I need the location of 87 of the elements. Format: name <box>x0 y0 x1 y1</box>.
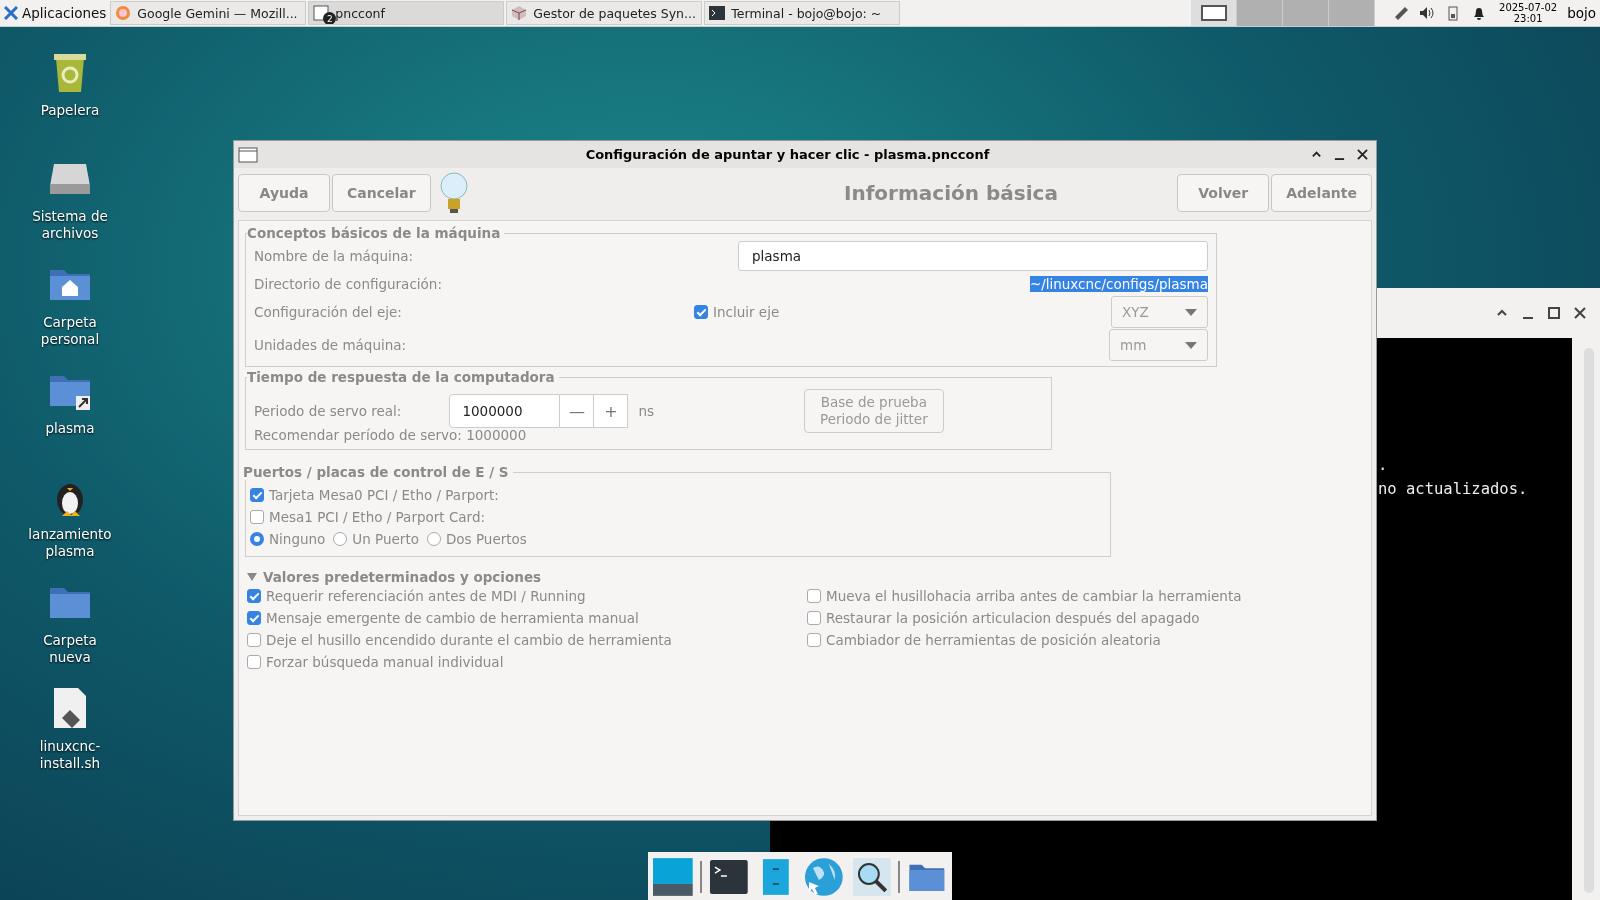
user-name[interactable]: bojo <box>1567 5 1596 21</box>
taskbar-button[interactable]: 2 pncconf <box>308 1 505 25</box>
window-icon <box>238 146 258 163</box>
radio-button[interactable] <box>250 532 264 546</box>
unit-label: ns <box>638 403 654 419</box>
taskbar-button[interactable]: Gestor de paquetes Syn... <box>506 1 703 25</box>
applications-menu[interactable]: Aplicaciones <box>0 0 111 26</box>
checkbox-label[interactable]: Tarjeta Mesa0 PCI / Etho / Parport: <box>269 487 499 503</box>
checkbox-label[interactable]: Mesa1 PCI / Etho / Parport Card: <box>269 509 486 525</box>
globe-icon[interactable] <box>803 855 845 899</box>
terminal-line: . <box>1378 455 1389 476</box>
radio-label[interactable]: Un Puerto <box>352 531 419 547</box>
checkbox[interactable] <box>807 611 821 625</box>
toolbar-button[interactable]: Adelante <box>1271 174 1372 212</box>
checkbox[interactable] <box>807 589 821 603</box>
page-heading: Información básica <box>843 181 1059 205</box>
field-label: Nombre de la máquina: <box>254 248 415 264</box>
field-label: Unidades de máquina: <box>254 337 408 353</box>
field-label: Configuración del eje: <box>254 304 403 320</box>
time-text: 23:01 <box>1513 13 1543 24</box>
checkbox-label[interactable]: Mensaje emergente de cambio de herramienta manual <box>266 610 639 626</box>
package-icon <box>511 5 528 21</box>
text-field[interactable]: plasma <box>738 241 1208 271</box>
expander[interactable]: Valores predeterminados y opciones <box>245 569 1365 585</box>
search-icon[interactable] <box>850 855 893 899</box>
icon-label[interactable]: linuxcnc-install.sh <box>22 738 118 772</box>
radio-button[interactable] <box>333 532 348 546</box>
dropdown[interactable]: mm <box>1109 329 1208 361</box>
field-label: Directorio de configuración: <box>254 275 443 292</box>
icon-label[interactable]: lanzamiento plasma <box>22 526 118 560</box>
date-text: 2025-07-02 <box>1499 2 1558 13</box>
terminal-icon <box>709 5 726 21</box>
taskbar-button[interactable]: Google Gemini — Mozill... <box>110 1 307 25</box>
radio-button[interactable] <box>426 532 441 546</box>
icon-label[interactable]: Sistema de archivos <box>22 208 118 242</box>
checkbox-label[interactable]: Mueva el husillohacia arriba antes de cambiar la herramienta <box>826 588 1242 604</box>
test-button[interactable]: Base de prueba Periodo de jitter <box>803 389 944 433</box>
icon-label[interactable]: Carpeta personal <box>22 314 118 348</box>
checkbox[interactable] <box>247 633 261 647</box>
number-field[interactable]: 1000000 <box>449 394 561 428</box>
path-text: ~/linuxcnc/configs/plasma <box>1029 275 1208 292</box>
checkbox-label[interactable]: Restaurar la posición articulacion después del apagado <box>826 610 1200 626</box>
checkbox[interactable] <box>250 510 264 524</box>
terminal-line: no actualizados. <box>1378 479 1529 500</box>
x-logo-icon <box>4 6 18 20</box>
checkbox-label[interactable]: Incluir eje <box>713 304 780 320</box>
checkbox[interactable] <box>807 633 821 647</box>
taskbar-button[interactable]: Terminal - bojo@bojo: ~ <box>704 1 901 25</box>
show-desktop-icon[interactable] <box>652 855 694 899</box>
maximize-icon[interactable] <box>1548 307 1560 319</box>
count-badge: 2 <box>323 12 337 24</box>
caret-icon <box>1185 308 1197 316</box>
checkbox-label[interactable]: Cambiador de herramientas de posición aleatoria <box>826 632 1161 648</box>
checkbox[interactable] <box>247 589 261 603</box>
field-label: Periodo de servo real: <box>254 403 402 419</box>
window-icon <box>313 5 330 21</box>
caret-icon <box>247 573 257 581</box>
speaker-icon[interactable] <box>1419 5 1436 21</box>
icon-label[interactable]: Carpeta nueva <box>22 632 118 666</box>
checkbox-label[interactable]: Deje el husillo encendido durante el cambio de herramienta <box>266 632 672 648</box>
checkbox[interactable] <box>694 305 708 319</box>
section-title: Tiempo de respuesta de la computadora <box>247 369 556 385</box>
icon-label[interactable]: plasma <box>45 420 95 437</box>
close-icon[interactable] <box>1357 149 1368 160</box>
checkbox-label[interactable]: Forzar búsqueda manual individual <box>266 654 504 670</box>
caret-icon <box>1185 341 1197 349</box>
checkbox[interactable] <box>247 655 261 669</box>
dropdown[interactable]: XYZ <box>1111 296 1208 328</box>
checkbox[interactable] <box>250 488 264 502</box>
checkbox-label[interactable]: Requerir referenciación antes de MDI / Running <box>266 588 586 604</box>
close-icon[interactable] <box>1574 307 1586 319</box>
window-title: Configuración de apuntar y hacer clic - plasma.pncconf <box>584 147 991 162</box>
hint-text: Recomendar período de servo: 1000000 <box>254 427 528 443</box>
maximize-up-icon[interactable] <box>1311 149 1322 160</box>
radio-label[interactable]: Dos Puertos <box>445 531 527 547</box>
checkbox[interactable] <box>247 611 261 625</box>
browser-icon <box>115 5 132 21</box>
icon-label[interactable]: Papelera <box>40 102 100 119</box>
radio-label[interactable]: Ninguno <box>269 531 326 547</box>
toolbar-button[interactable]: Volver <box>1177 174 1270 212</box>
section-title: Puertos / placas de control de E / S <box>243 464 510 480</box>
increment-button[interactable]: + <box>594 394 629 428</box>
workspace-button[interactable] <box>1191 0 1238 26</box>
toolbar-button[interactable]: Ayuda <box>238 174 330 212</box>
decrement-button[interactable]: — <box>560 394 595 428</box>
section-title: Conceptos básicos de la máquina <box>247 225 502 241</box>
toolbar-button[interactable]: Cancelar <box>332 174 431 212</box>
